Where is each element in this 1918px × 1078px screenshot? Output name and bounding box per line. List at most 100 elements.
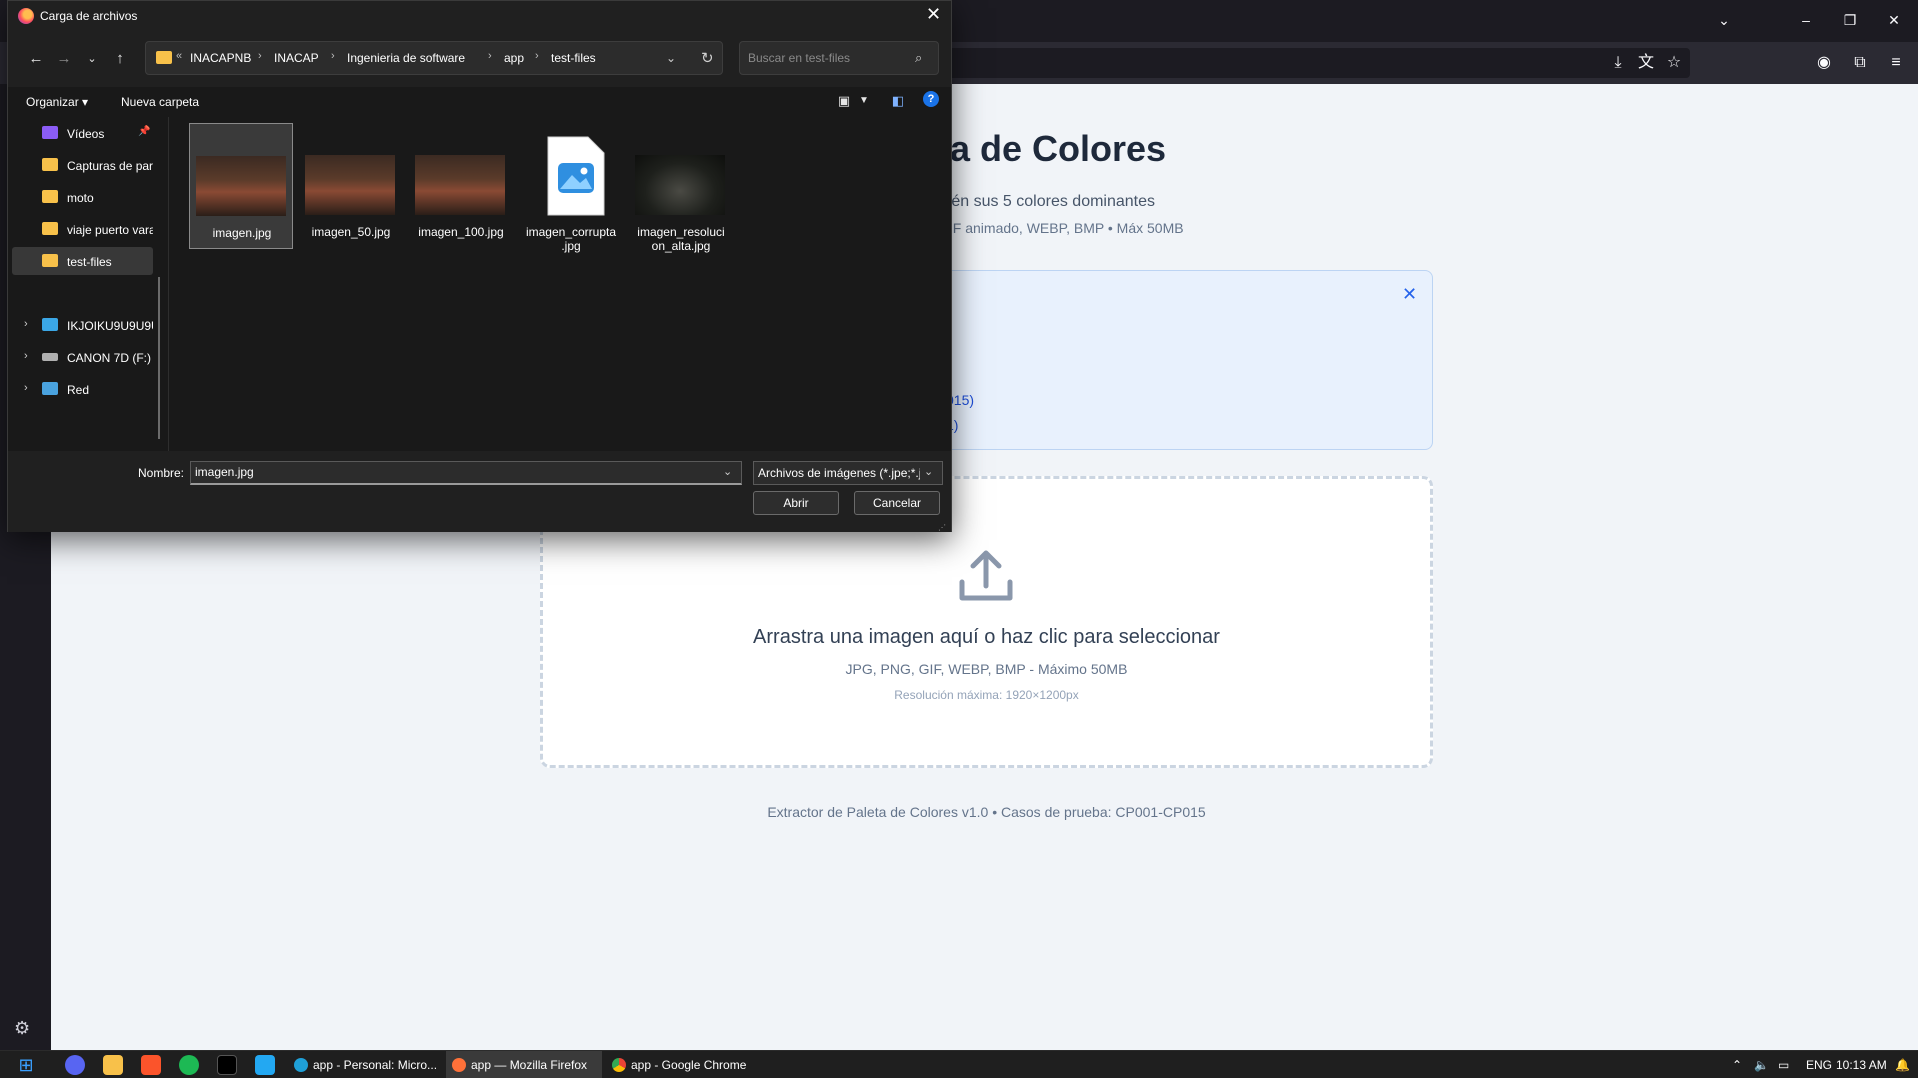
- url-bar[interactable]: ⤓ 文 ☆: [940, 48, 1690, 78]
- chevron-right-icon: ›: [535, 50, 539, 62]
- nav-item-label: Capturas de par: [67, 159, 153, 173]
- nav-item-test-files[interactable]: test-files: [12, 247, 153, 275]
- view-mode-icon[interactable]: ▣: [834, 91, 854, 111]
- extensions-icon[interactable]: ⧉: [1850, 53, 1870, 73]
- file-name: imagen.jpg: [212, 226, 272, 240]
- nav-pane-scrollbar[interactable]: [158, 277, 160, 439]
- file-item-imagen-corrupta[interactable]: imagen_corrupta .jpg: [519, 123, 623, 253]
- chrome-icon: [612, 1058, 626, 1072]
- chevron-right-icon[interactable]: ›: [24, 382, 28, 394]
- chevron-right-icon[interactable]: ›: [24, 350, 28, 362]
- settings-gear-icon[interactable]: ⚙: [14, 1018, 30, 1039]
- image-thumbnail: [635, 155, 725, 215]
- close-window-button[interactable]: ✕: [1880, 8, 1908, 32]
- chevron-down-icon[interactable]: ⌄: [924, 465, 933, 478]
- spotify-icon[interactable]: [179, 1055, 199, 1075]
- notifications-bell-icon[interactable]: 🔔: [1895, 1058, 1910, 1072]
- network-status-icon[interactable]: ▭: [1778, 1058, 1789, 1072]
- nav-item-this-pc[interactable]: › IKJOIKU9U9U9U: [12, 311, 153, 339]
- recent-locations-chevron-icon[interactable]: ⌄: [82, 49, 102, 69]
- translate-icon[interactable]: 文: [1636, 53, 1656, 73]
- bookmark-star-icon[interactable]: ☆: [1664, 53, 1684, 73]
- file-list: imagen.jpg imagen_50.jpg imagen_100.jpg …: [169, 117, 951, 451]
- language-indicator[interactable]: ENG: [1806, 1058, 1832, 1072]
- tray-overflow-chevron-icon[interactable]: ⌃: [1732, 1058, 1742, 1072]
- download-icon[interactable]: ⤓: [1608, 53, 1628, 73]
- dialog-command-bar: Organizar ▾ Nueva carpeta ▣ ▼ ◧ ?: [8, 87, 951, 117]
- volume-icon[interactable]: 🔈: [1754, 1058, 1769, 1072]
- dialog-close-button[interactable]: ✕: [926, 4, 941, 25]
- nav-item-label: CANON 7D (F:): [67, 351, 151, 365]
- firefox-icon: [452, 1058, 466, 1072]
- address-bar[interactable]: « INACAPNB › INACAP › Ingenieria de soft…: [145, 41, 723, 75]
- organize-button[interactable]: Organizar ▾: [26, 95, 88, 109]
- brave-icon[interactable]: [141, 1055, 161, 1075]
- folder-icon: [42, 158, 58, 171]
- dropzone-formats: JPG, PNG, GIF, WEBP, BMP - Máximo 50MB: [845, 661, 1128, 677]
- nav-item-moto[interactable]: moto: [12, 183, 153, 211]
- dialog-title: Carga de archivos: [40, 9, 138, 23]
- page-footer: Extractor de Paleta de Colores v1.0 • Ca…: [767, 804, 1206, 820]
- nav-item-network[interactable]: › Red: [12, 375, 153, 403]
- breadcrumb-overflow[interactable]: «: [176, 50, 182, 62]
- taskbar-app-chrome[interactable]: app - Google Chrome: [606, 1051, 756, 1078]
- cancel-button[interactable]: Cancelar: [854, 491, 940, 515]
- nav-item-label: Red: [67, 383, 90, 397]
- discord-icon[interactable]: [65, 1055, 85, 1075]
- breadcrumb-item[interactable]: INACAP: [274, 51, 319, 65]
- file-item-imagen-resolucion-alta[interactable]: imagen_resoluci on_alta.jpg: [629, 123, 733, 253]
- account-icon[interactable]: ◉: [1814, 53, 1834, 73]
- help-icon[interactable]: ?: [923, 91, 939, 107]
- chevron-right-icon[interactable]: ›: [24, 318, 28, 330]
- taskbar: ⊞ app - Personal: Micro... app — Mozilla…: [0, 1050, 1918, 1078]
- minimize-window-button[interactable]: –: [1792, 8, 1820, 32]
- generic-image-file-icon: [547, 136, 605, 216]
- windows-start-icon[interactable]: ⊞: [16, 1055, 36, 1075]
- file-item-imagen[interactable]: imagen.jpg: [189, 123, 293, 249]
- breadcrumb-item[interactable]: app: [504, 51, 524, 65]
- clock[interactable]: 10:13 AM: [1836, 1058, 1887, 1072]
- upload-icon: [959, 550, 1013, 601]
- jetbrains-icon[interactable]: [217, 1055, 237, 1075]
- refresh-icon[interactable]: ↻: [701, 49, 714, 67]
- address-history-chevron-icon[interactable]: ⌄: [666, 51, 676, 65]
- search-input[interactable]: [748, 51, 908, 65]
- list-all-tabs-button[interactable]: ⌄: [1710, 8, 1738, 32]
- file-item-imagen-100[interactable]: imagen_100.jpg: [409, 123, 513, 249]
- menu-icon[interactable]: ≡: [1886, 53, 1906, 73]
- preview-pane-icon[interactable]: ◧: [888, 91, 908, 111]
- forward-arrow-icon[interactable]: →: [54, 49, 74, 69]
- file-type-value: Archivos de imágenes (*.jpe;*.jp: [758, 466, 920, 480]
- file-item-imagen-50[interactable]: imagen_50.jpg: [299, 123, 403, 249]
- file-type-select[interactable]: Archivos de imágenes (*.jpe;*.jp ⌄: [753, 461, 943, 485]
- nav-item-videos[interactable]: Vídeos 📌: [12, 119, 153, 147]
- chevron-right-icon: ›: [488, 50, 492, 62]
- file-name-combobox[interactable]: ⌄: [190, 461, 742, 485]
- breadcrumb-item[interactable]: Ingenieria de software: [347, 51, 465, 65]
- resize-grip-icon[interactable]: ⋰: [938, 523, 946, 532]
- breadcrumb-item[interactable]: test-files: [551, 51, 596, 65]
- restore-window-button[interactable]: ❐: [1836, 8, 1864, 32]
- back-arrow-icon[interactable]: ←: [26, 49, 46, 69]
- close-icon[interactable]: ✕: [1402, 284, 1417, 305]
- search-icon[interactable]: ⌕: [915, 50, 922, 66]
- nav-item-canon-drive[interactable]: › CANON 7D (F:): [12, 343, 153, 371]
- chevron-down-icon[interactable]: ⌄: [723, 465, 732, 478]
- new-folder-button[interactable]: Nueva carpeta: [121, 95, 199, 109]
- file-name-input[interactable]: [195, 465, 715, 479]
- up-arrow-icon[interactable]: ↑: [110, 49, 130, 69]
- breadcrumb-item[interactable]: INACAPNB: [190, 51, 251, 65]
- search-box[interactable]: ⌕: [739, 41, 939, 75]
- dialog-titlebar: Carga de archivos ✕: [8, 1, 951, 31]
- folder-icon: [42, 222, 58, 235]
- view-options-chevron-icon[interactable]: ▼: [854, 91, 874, 111]
- file-name: imagen_100.jpg: [418, 225, 504, 239]
- nav-item-capturas[interactable]: Capturas de par: [12, 151, 153, 179]
- open-button[interactable]: Abrir: [753, 491, 839, 515]
- vscode-icon[interactable]: [255, 1055, 275, 1075]
- nav-item-viaje[interactable]: viaje puerto vara: [12, 215, 153, 243]
- taskbar-app-label: app — Mozilla Firefox: [471, 1058, 588, 1072]
- file-explorer-icon[interactable]: [103, 1055, 123, 1075]
- taskbar-app-edge[interactable]: app - Personal: Micro...: [288, 1051, 440, 1078]
- taskbar-app-firefox[interactable]: app — Mozilla Firefox: [446, 1051, 602, 1078]
